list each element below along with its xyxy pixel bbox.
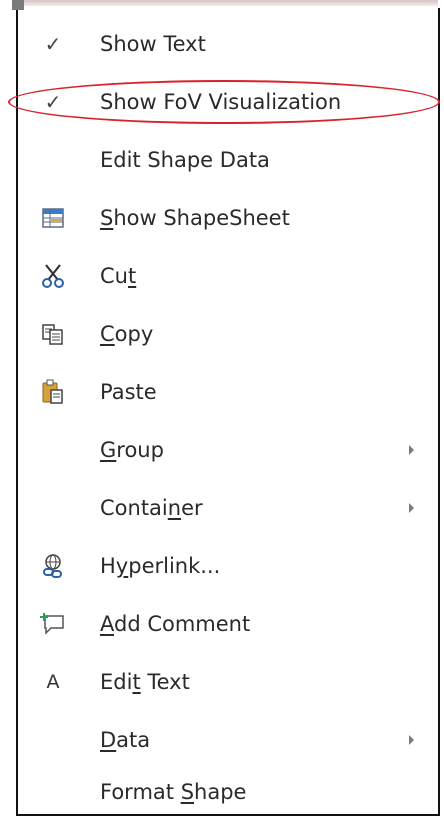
menu-item-label: Data: [100, 728, 151, 752]
scissors-icon: [40, 263, 66, 289]
shapesheet-icon: [40, 205, 66, 231]
menu-item-edit-text[interactable]: A Edit Text: [18, 653, 438, 711]
check-icon: ✓: [44, 90, 62, 114]
text-icon: A: [46, 671, 60, 693]
context-menu: ✓ Show Text ✓ Show FoV Visualization Edi…: [12, 0, 440, 816]
menu-item-label: Show ShapeSheet: [100, 206, 290, 230]
menu-item-label: Edit Shape Data: [100, 148, 270, 172]
menu-item-label: Hyperlink...: [100, 554, 221, 578]
check-icon: ✓: [44, 32, 62, 56]
menu-item-cut[interactable]: Cut: [18, 247, 438, 305]
submenu-arrow-icon: [409, 735, 414, 745]
copy-icon: [40, 321, 66, 347]
menu-item-show-fov-visualization[interactable]: ✓ Show FoV Visualization: [18, 73, 438, 131]
menu-item-show-shapesheet[interactable]: Show ShapeSheet: [18, 189, 438, 247]
menu-item-label: Cut: [100, 264, 137, 288]
menu-item-format-shape[interactable]: Format Shape: [18, 763, 438, 821]
menu-item-hyperlink[interactable]: Hyperlink...: [18, 537, 438, 595]
menu-item-label: Paste: [100, 380, 157, 404]
comment-icon: [40, 611, 66, 637]
hyperlink-icon: [40, 553, 66, 579]
menu-item-container[interactable]: Container: [18, 479, 438, 537]
menu-corner: [12, 0, 24, 10]
menu-item-copy[interactable]: Copy: [18, 305, 438, 363]
menu-item-label: Format Shape: [100, 780, 247, 804]
menu-item-label: Copy: [100, 322, 154, 346]
menu-item-paste[interactable]: Paste: [18, 363, 438, 421]
menu-item-label: Container: [100, 496, 203, 520]
menu-item-show-text[interactable]: ✓ Show Text: [18, 15, 438, 73]
paste-icon: [40, 379, 66, 405]
menu-top-edge: [18, 0, 438, 6]
screenshot-stage: ✓ Show Text ✓ Show FoV Visualization Edi…: [0, 0, 444, 829]
submenu-arrow-icon: [409, 445, 414, 455]
menu-item-data[interactable]: Data: [18, 711, 438, 769]
menu-item-add-comment[interactable]: Add Comment: [18, 595, 438, 653]
menu-item-label: Edit Text: [100, 670, 190, 694]
menu-item-edit-shape-data[interactable]: Edit Shape Data: [18, 131, 438, 189]
menu-item-group[interactable]: Group: [18, 421, 438, 479]
menu-item-label: Add Comment: [100, 612, 251, 636]
menu-item-label: Show Text: [100, 32, 206, 56]
menu-item-label: Show FoV Visualization: [100, 90, 342, 114]
menu-item-label: Group: [100, 438, 164, 462]
submenu-arrow-icon: [409, 503, 414, 513]
